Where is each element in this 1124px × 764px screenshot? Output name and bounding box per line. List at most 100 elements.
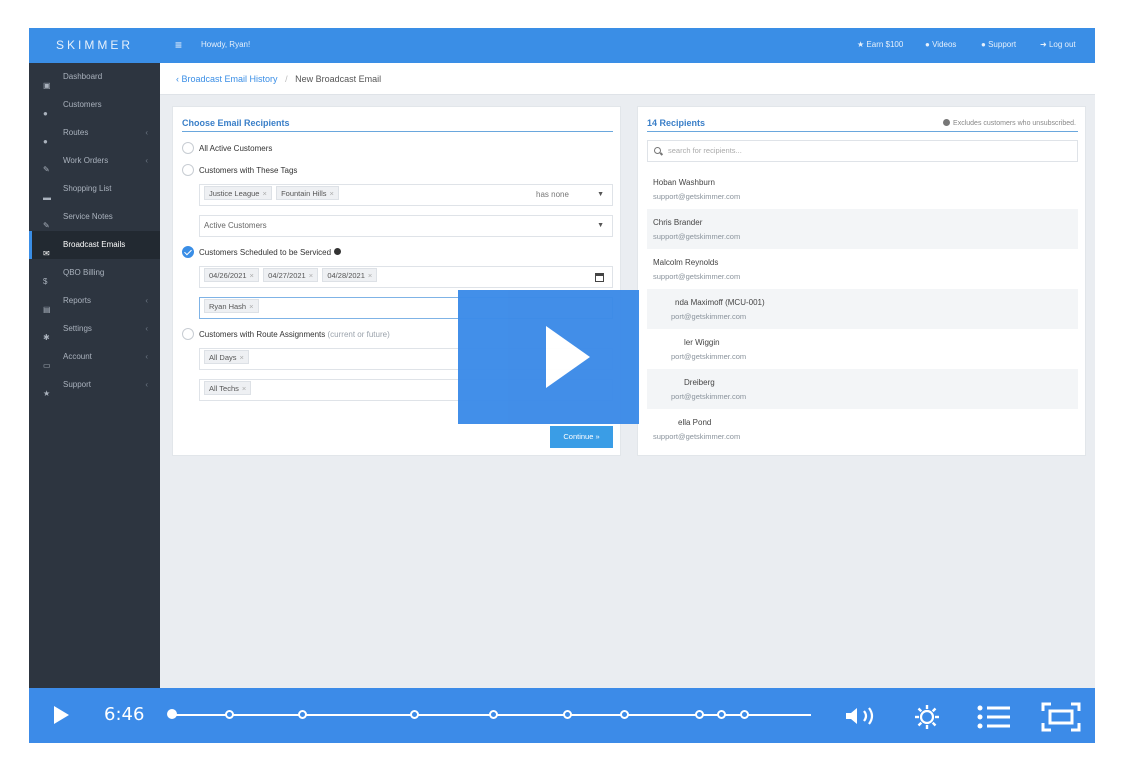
breadcrumb-current: New Broadcast Email: [295, 74, 382, 84]
dashboard-icon: ▣: [43, 81, 51, 90]
search-icon: [654, 147, 661, 154]
wrench-icon: ✎: [43, 165, 50, 174]
sidebar: ▣ Dashboard ● Customers ● Routes ‹ ✎ Work Ord…: [29, 63, 160, 743]
chapter-marker[interactable]: [563, 710, 572, 719]
radio-with-tags[interactable]: [182, 164, 194, 176]
radio-route-assignments[interactable]: [182, 328, 194, 340]
greeting-text: Howdy, Ryan!: [201, 40, 251, 49]
recipient-search-input[interactable]: search for recipients...: [647, 140, 1078, 162]
option-scheduled[interactable]: Customers Scheduled to be Serviced: [182, 246, 342, 259]
chevron-left-icon: ‹: [145, 324, 148, 333]
video-play-overlay[interactable]: [458, 290, 639, 424]
remove-icon[interactable]: ×: [330, 189, 334, 198]
day-chip: All Days ×: [204, 350, 249, 364]
continue-button[interactable]: Continue »: [550, 426, 613, 448]
radio-scheduled[interactable]: [182, 246, 194, 258]
recipient-row: Hoban Washburn support@getskimmer.com: [653, 178, 741, 201]
question-icon: ●: [981, 40, 986, 49]
recipient-row: Dreiberg port@getskimmer.com: [647, 369, 1078, 409]
sidebar-item-service-notes[interactable]: ✎ Service Notes: [29, 203, 160, 231]
chapter-marker[interactable]: [489, 710, 498, 719]
volume-icon[interactable]: [844, 704, 884, 728]
chevron-left-icon: ‹: [145, 156, 148, 165]
sidebar-item-work-orders[interactable]: ✎ Work Orders ‹: [29, 147, 160, 175]
chapter-marker[interactable]: [695, 710, 704, 719]
recipient-row: Chris Brander support@getskimmer.com: [647, 209, 1078, 249]
sidebar-item-support[interactable]: ★ Support ‹: [29, 371, 160, 399]
unsubscribe-note: Excludes customers who unsubscribed.: [943, 119, 1076, 127]
status-filter-select[interactable]: Active Customers ▼: [199, 215, 613, 237]
star-icon: ★: [43, 389, 51, 398]
chapter-marker[interactable]: [298, 710, 307, 719]
sidebar-item-qbo-billing[interactable]: $ QBO Billing: [29, 259, 160, 287]
gear-icon: ✱: [43, 333, 50, 342]
sidebar-item-customers[interactable]: ● Customers: [29, 91, 160, 119]
breadcrumb-parent-link[interactable]: Broadcast Email History: [182, 74, 278, 84]
print-icon: ▤: [43, 305, 51, 314]
tags-mode-select[interactable]: has none: [536, 185, 569, 205]
brand-logo[interactable]: SKIMMER: [29, 28, 160, 63]
radio-all-active[interactable]: [182, 142, 194, 154]
dates-input[interactable]: 04/26/2021 × 04/27/2021 × 04/28/2021 ×: [199, 266, 613, 288]
sidebar-item-dashboard[interactable]: ▣ Dashboard: [29, 63, 160, 91]
caret-down-icon: ▼: [597, 222, 604, 229]
remove-icon[interactable]: ×: [309, 271, 313, 280]
play-circle-icon: ●: [925, 40, 930, 49]
tag-chip: Fountain Hills ×: [276, 186, 339, 200]
chapter-marker[interactable]: [225, 710, 234, 719]
cart-icon: ▬: [43, 193, 51, 202]
title-rule: [182, 131, 613, 132]
support-link[interactable]: ● Support: [981, 39, 1016, 51]
option-with-tags[interactable]: Customers with These Tags: [182, 164, 297, 177]
play-icon: [546, 326, 590, 388]
info-icon[interactable]: [334, 248, 342, 255]
envelope-icon: ✉: [43, 249, 50, 258]
recipient-row: ler Wiggin port@getskimmer.com: [671, 338, 747, 361]
play-button[interactable]: [54, 706, 69, 724]
recipients-list-panel: 14 Recipients Excludes customers who uns…: [637, 106, 1086, 456]
chapters-list-icon[interactable]: [976, 703, 1012, 731]
card-icon: ▭: [43, 361, 51, 370]
logout-icon: ➜: [1040, 40, 1047, 49]
chevron-left-icon: ‹: [145, 128, 148, 137]
recipients-count-title: 14 Recipients: [647, 118, 706, 128]
video-time: 6:46: [104, 704, 145, 725]
chevron-left-icon: ‹: [176, 74, 179, 84]
sidebar-item-account[interactable]: ▭ Account ‹: [29, 343, 160, 371]
star-icon: ★: [857, 40, 865, 49]
logout-link[interactable]: ➜ Log out: [1040, 39, 1076, 51]
progress-head[interactable]: [167, 709, 177, 719]
sidebar-item-routes[interactable]: ● Routes ‹: [29, 119, 160, 147]
chapter-marker[interactable]: [740, 710, 749, 719]
remove-icon[interactable]: ×: [262, 189, 266, 198]
videos-link[interactable]: ● Videos: [925, 39, 956, 51]
fullscreen-icon[interactable]: [1041, 702, 1081, 732]
sidebar-item-settings[interactable]: ✱ Settings ‹: [29, 315, 160, 343]
chapter-marker[interactable]: [717, 710, 726, 719]
remove-icon[interactable]: ×: [240, 353, 244, 362]
menu-toggle-icon[interactable]: ≡: [175, 39, 182, 51]
remove-icon[interactable]: ×: [368, 271, 372, 280]
sidebar-item-reports[interactable]: ▤ Reports ‹: [29, 287, 160, 315]
tags-select[interactable]: Justice League × Fountain Hills × has none…: [199, 184, 613, 206]
sidebar-item-broadcast-emails[interactable]: ✉ Broadcast Emails: [29, 231, 160, 259]
earn-link[interactable]: ★ Earn $100: [857, 39, 903, 51]
calendar-icon[interactable]: [595, 273, 604, 282]
chapter-marker[interactable]: [620, 710, 629, 719]
chevron-left-icon: ‹: [145, 352, 148, 361]
date-chip: 04/27/2021 ×: [263, 268, 319, 282]
tech-chip: Ryan Hash ×: [204, 299, 259, 313]
option-route-assignments[interactable]: Customers with Route Assignments (curren…: [182, 328, 390, 341]
chapter-marker[interactable]: [410, 710, 419, 719]
date-chip: 04/28/2021 ×: [322, 268, 378, 282]
sidebar-item-shopping-list[interactable]: ▬ Shopping List: [29, 175, 160, 203]
breadcrumb-separator: /: [285, 74, 288, 84]
remove-icon[interactable]: ×: [249, 302, 253, 311]
remove-icon[interactable]: ×: [250, 271, 254, 280]
map-marker-icon: ●: [43, 137, 48, 146]
chevron-left-icon: ‹: [145, 380, 148, 389]
option-all-active[interactable]: All Active Customers: [182, 142, 272, 155]
edit-icon: ✎: [43, 221, 50, 230]
settings-gear-icon[interactable]: [914, 704, 940, 730]
remove-icon[interactable]: ×: [242, 384, 246, 393]
